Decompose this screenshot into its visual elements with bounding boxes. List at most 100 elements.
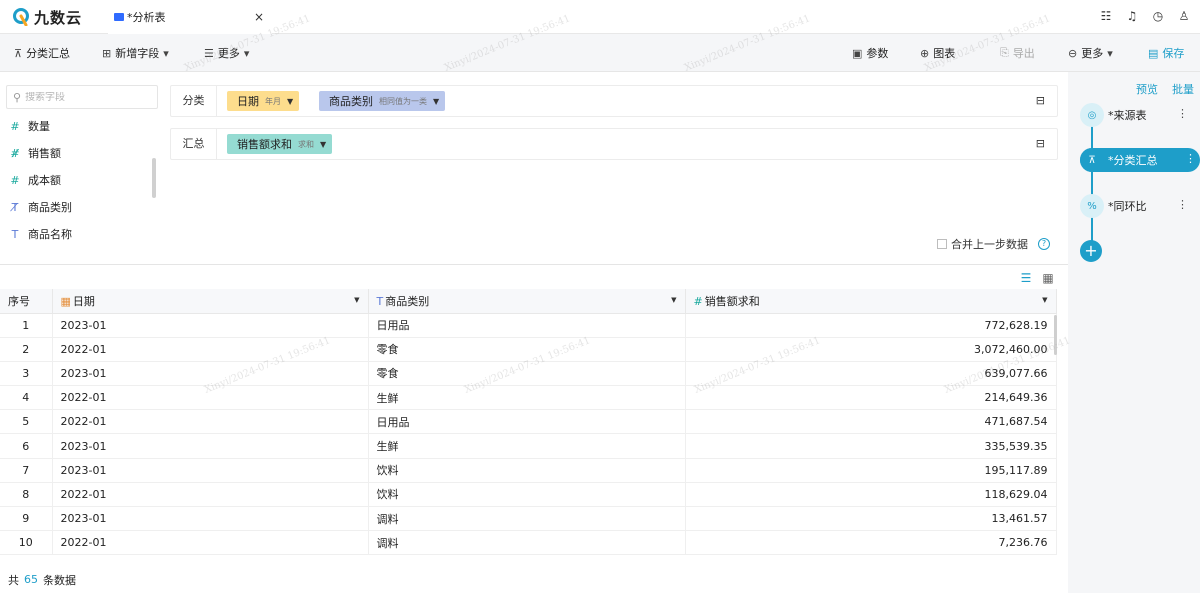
cell-index: 10 <box>0 530 53 556</box>
help-icon[interactable]: ? <box>1038 238 1050 250</box>
cell-date: 2022-01 <box>52 482 369 508</box>
column-header-category[interactable]: T 商品类别 ▼ <box>368 289 686 314</box>
add-field-label: 新增字段 <box>115 47 160 60</box>
timer-icon[interactable]: ◷ <box>1152 9 1164 23</box>
table-row[interactable]: 7 2023-01 饮料 195,117.89 <box>0 458 1057 483</box>
grid-view-icon[interactable]: ▦ <box>1042 271 1054 285</box>
classify-row[interactable]: 分类 日期 年月 ▼ 商品类别 相同值为一类 ▼ ⊟ <box>170 85 1058 117</box>
step-label: *同环比 <box>1108 200 1147 213</box>
caret-down-icon[interactable]: ▼ <box>320 140 326 149</box>
number-icon: # <box>10 173 20 187</box>
bell-icon[interactable]: ♫ <box>1126 9 1138 23</box>
table-row[interactable]: 5 2022-01 日用品 471,687.54 <box>0 409 1057 435</box>
clear-icon[interactable]: ⊟ <box>1036 137 1045 150</box>
column-header-sales-sum[interactable]: # 销售额求和 ▼ <box>685 289 1057 314</box>
data-preview: ☰ ▦ 序号 ▦ 日期 ▼ T 商品类别 ▼ # 销售额求和 ▼ 1 2023-… <box>0 264 1068 593</box>
cell-date: 2023-01 <box>52 433 369 459</box>
more-right-button[interactable]: ⊖ 更多 ▾ <box>1068 45 1113 61</box>
caret-down-icon[interactable]: ▼ <box>671 296 676 304</box>
computed-number-icon: #̸ <box>10 146 20 160</box>
cell-sales-sum: 3,072,460.00 <box>685 337 1057 362</box>
cell-category: 零食 <box>368 361 686 387</box>
sales-sum-chip[interactable]: 销售额求和 求和 ▼ <box>227 134 333 154</box>
list-view-icon[interactable]: ☰ <box>1020 271 1032 285</box>
field-scrollbar[interactable] <box>152 158 156 198</box>
export-button[interactable]: ⎘ 导出 <box>1000 45 1035 61</box>
field-search-input[interactable] <box>25 91 146 103</box>
close-icon[interactable]: × <box>254 10 264 24</box>
cell-category: 日用品 <box>368 313 686 338</box>
table-row[interactable]: 6 2023-01 生鲜 335,539.35 <box>0 433 1057 459</box>
summary-label: 汇总 <box>171 129 217 159</box>
table-row[interactable]: 10 2022-01 调料 7,236.76 <box>0 530 1057 556</box>
header-label: 日期 <box>72 294 95 308</box>
merge-previous-option[interactable]: 合并上一步数据 ? <box>937 236 1050 252</box>
cell-date: 2022-01 <box>52 337 369 362</box>
summary-row[interactable]: 汇总 销售额求和 求和 ▼ ⊟ <box>170 128 1058 160</box>
cell-date: 2022-01 <box>52 409 369 435</box>
more-vertical-icon[interactable]: ⋮ <box>1177 107 1188 120</box>
field-search[interactable]: ⚲ <box>6 85 158 109</box>
table-row[interactable]: 4 2022-01 生鲜 214,649.36 <box>0 385 1057 411</box>
step-source-table[interactable]: ◎ *来源表 ⋮ <box>1080 103 1192 127</box>
caret-down-icon[interactable]: ▼ <box>287 97 293 106</box>
more-vertical-icon[interactable]: ⋮ <box>1185 152 1196 165</box>
table-scrollbar[interactable] <box>1054 315 1057 355</box>
step-links: 预览 批量 <box>1136 81 1194 97</box>
data-table: 序号 ▦ 日期 ▼ T 商品类别 ▼ # 销售额求和 ▼ 1 2023-01 日用品 772… <box>0 289 1057 556</box>
config-area: 分类 日期 年月 ▼ 商品类别 相同值为一类 ▼ ⊟ 汇总 销售额求和 求和 ▼… <box>162 72 1068 264</box>
field-item-cost[interactable]: # 成本额 <box>8 172 61 188</box>
more-circle-icon: ⊖ <box>1068 46 1078 60</box>
step-period-compare[interactable]: % *同环比 ⋮ <box>1080 194 1192 218</box>
more-left-label: 更多 <box>217 47 240 60</box>
caret-down-icon[interactable]: ▼ <box>1042 296 1047 304</box>
add-field-button[interactable]: ⊞ 新增字段 ▾ <box>102 45 169 61</box>
add-step-button[interactable]: + <box>1080 240 1102 262</box>
batch-link[interactable]: 批量 <box>1172 81 1194 97</box>
cell-sales-sum: 335,539.35 <box>685 433 1057 459</box>
table-row[interactable]: 3 2023-01 零食 639,077.66 <box>0 361 1057 387</box>
field-item-category[interactable]: T̸ 商品类别 <box>8 199 72 215</box>
chip-label: 销售额求和 <box>237 138 292 151</box>
cell-index: 9 <box>0 506 53 532</box>
table-header-row: 序号 ▦ 日期 ▼ T 商品类别 ▼ # 销售额求和 ▼ <box>0 289 1057 314</box>
user-icon[interactable]: ♙ <box>1178 9 1190 23</box>
save-button[interactable]: ▤ 保存 <box>1148 45 1184 61</box>
field-label: 成本额 <box>28 174 61 187</box>
tab-analysis-table[interactable]: *分析表 × <box>108 0 272 34</box>
export-label: 导出 <box>1012 47 1035 60</box>
date-chip[interactable]: 日期 年月 ▼ <box>227 91 300 111</box>
clear-icon[interactable]: ⊟ <box>1036 94 1045 107</box>
chip-label: 日期 <box>237 95 259 108</box>
more-vertical-icon[interactable]: ⋮ <box>1177 198 1188 211</box>
step-group-summary[interactable]: ⊼ *分类汇总 ⋮ <box>1080 148 1200 172</box>
caret-down-icon[interactable]: ▼ <box>433 97 439 106</box>
step-label: *分类汇总 <box>1108 154 1158 167</box>
cell-sales-sum: 7,236.76 <box>685 530 1057 556</box>
table-row[interactable]: 9 2023-01 调料 13,461.57 <box>0 506 1057 532</box>
category-chip[interactable]: 商品类别 相同值为一类 ▼ <box>319 91 446 111</box>
more-left-button[interactable]: ☰ 更多 ▾ <box>204 45 249 61</box>
column-header-date[interactable]: ▦ 日期 ▼ <box>52 289 369 314</box>
list-icon[interactable]: ☷ <box>1100 9 1112 23</box>
chart-button[interactable]: ⊕ 图表 <box>920 45 955 61</box>
cell-index: 2 <box>0 337 53 362</box>
cell-sales-sum: 13,461.57 <box>685 506 1057 532</box>
field-item-quantity[interactable]: # 数量 <box>8 118 50 134</box>
logo-icon <box>13 8 29 26</box>
table-row[interactable]: 2 2022-01 零食 3,072,460.00 <box>0 337 1057 362</box>
field-item-product-name[interactable]: T 商品名称 <box>8 226 72 242</box>
caret-down-icon[interactable]: ▼ <box>354 296 359 304</box>
preview-link[interactable]: 预览 <box>1136 81 1158 97</box>
search-icon: ⚲ <box>13 90 22 104</box>
params-button[interactable]: ▣ 参数 <box>852 45 888 61</box>
field-item-sales[interactable]: #̸ 销售额 <box>8 145 61 161</box>
group-summary-button[interactable]: ⊼ 分类汇总 <box>14 45 70 61</box>
table-row[interactable]: 8 2022-01 饮料 118,629.04 <box>0 482 1057 508</box>
merge-checkbox[interactable] <box>937 239 947 249</box>
save-icon: ▤ <box>1148 46 1159 60</box>
app-logo[interactable]: 九数云 <box>12 6 82 28</box>
table-body: 1 2023-01 日用品 772,628.19 2 2022-01 零食 3,072,460… <box>0 313 1057 556</box>
header-label: 序号 <box>8 294 30 308</box>
table-row[interactable]: 1 2023-01 日用品 772,628.19 <box>0 313 1057 338</box>
